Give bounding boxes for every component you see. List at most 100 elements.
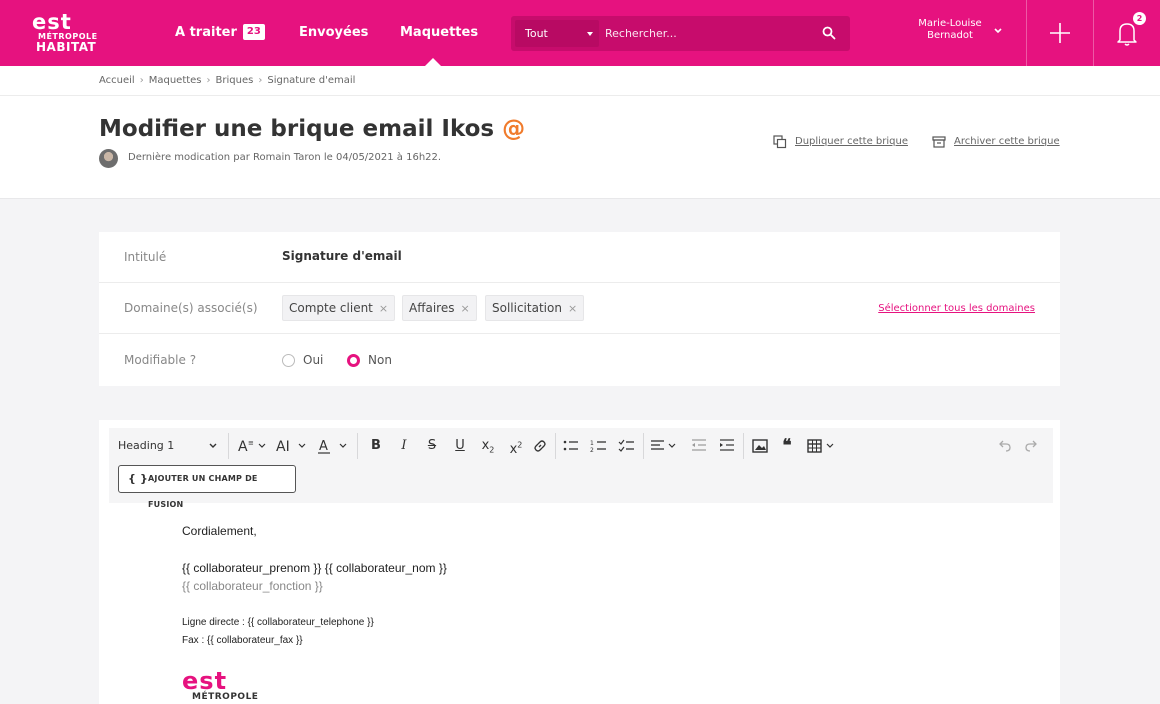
add-merge-field-button[interactable]: { } AJOUTER UN CHAMP DE FUSION: [118, 465, 296, 509]
domain-tag-label: Affaires: [409, 301, 455, 315]
bulleted-list-button[interactable]: [562, 437, 580, 455]
superscript-button[interactable]: x2: [506, 437, 526, 457]
quote-icon: ❝: [782, 436, 792, 456]
svg-text:A: A: [319, 439, 328, 454]
last-modified-info: Dernière modication par Romain Taron le …: [128, 152, 442, 163]
close-icon[interactable]: ×: [379, 302, 388, 315]
insert-table-button[interactable]: [806, 437, 838, 455]
svg-text:≡: ≡: [248, 439, 254, 447]
page-header: Modifier une brique email Ikos @ Dernièr…: [0, 96, 1160, 199]
nav-item-maquettes[interactable]: Maquettes: [400, 0, 478, 66]
numbered-list-button[interactable]: 12: [590, 437, 608, 455]
search-input[interactable]: [605, 20, 805, 47]
toolbar-separator: [555, 433, 556, 459]
block-format-select[interactable]: Heading 1: [118, 437, 218, 455]
bold-button[interactable]: B: [367, 437, 385, 455]
radio-label: Oui: [303, 353, 324, 367]
link-button[interactable]: [531, 437, 549, 455]
chevron-down-icon[interactable]: [993, 26, 1003, 36]
checklist-icon: [618, 439, 634, 452]
breadcrumb-item-briques[interactable]: Briques: [216, 75, 254, 86]
nav-item-a-traiter[interactable]: A traiter 23: [175, 0, 265, 66]
breadcrumb-bar: Accueil › Maquettes › Briques › Signature d'em…: [0, 66, 1160, 96]
duplicate-label: Dupliquer cette brique: [795, 136, 908, 147]
breadcrumb: Accueil › Maquettes › Briques › Signature d'em…: [99, 75, 356, 86]
page-title-text: Modifier une brique email Ikos: [99, 116, 495, 142]
strikethrough-button[interactable]: S: [423, 437, 441, 455]
radio-non[interactable]: Non: [347, 353, 392, 367]
title-value[interactable]: Signature d'email: [282, 249, 402, 263]
search-bar: Tout: [511, 16, 850, 51]
function-merge-line: {{ collaborateur_fonction }}: [182, 579, 323, 593]
indent-button[interactable]: [718, 437, 736, 455]
outdent-button[interactable]: [690, 437, 708, 455]
form-row-domains: Domaine(s) associé(s) Compte client × Aff…: [99, 283, 1060, 334]
chevron-down-icon: [587, 32, 593, 36]
search-scope-select[interactable]: Tout: [515, 20, 599, 47]
todo-list-button[interactable]: [618, 437, 636, 455]
plus-icon: [1050, 23, 1070, 43]
outdent-icon: [692, 439, 706, 451]
strikethrough-icon: S: [427, 438, 437, 453]
font-family-icon: AI: [276, 439, 306, 455]
toolbar-separator: [743, 433, 744, 459]
signature-logo: est MÉTROPOLE: [182, 667, 259, 702]
bell-icon: [1117, 23, 1137, 46]
undo-icon: [999, 440, 1011, 452]
archive-brick-link[interactable]: Archiver cette brique: [932, 136, 1060, 148]
font-size-icon: A ≡: [238, 439, 266, 455]
subscript-button[interactable]: x2: [478, 437, 498, 455]
avatar: [99, 149, 118, 168]
domain-tag-label: Sollicitation: [492, 301, 562, 315]
radio-oui[interactable]: Oui: [282, 353, 323, 367]
user-last-name: Bernadot: [927, 30, 973, 41]
insert-image-button[interactable]: [751, 437, 769, 455]
count-badge: 23: [242, 23, 265, 40]
redo-icon: [1025, 440, 1037, 452]
toolbar-separator: [228, 433, 229, 459]
at-icon: @: [502, 116, 526, 142]
notifications-button[interactable]: 2: [1094, 0, 1160, 66]
user-first-name: Marie-Louise: [918, 18, 982, 29]
user-menu[interactable]: Marie-Louise Bernadot: [905, 18, 995, 42]
merge-button-label: AJOUTER UN CHAMP DE FUSION: [148, 474, 258, 509]
nav-item-envoyees[interactable]: Envoyées: [299, 0, 368, 66]
breadcrumb-item-accueil[interactable]: Accueil: [99, 75, 135, 86]
toolbar-separator: [357, 433, 358, 459]
est-metropole-habitat-logo[interactable]: est MÉTROPOLE HABITAT: [32, 12, 112, 56]
select-all-domains-link[interactable]: Sélectionner tous les domaines: [878, 303, 1035, 314]
svg-text:AI: AI: [276, 439, 290, 455]
editor-toolbar: Heading 1 A ≡ AI A B I S U x2 x2 1 2 ❝ {…: [109, 428, 1053, 509]
italic-button[interactable]: I: [395, 437, 413, 455]
create-button[interactable]: [1027, 0, 1093, 66]
link-icon: [534, 440, 546, 452]
close-icon[interactable]: ×: [460, 302, 469, 315]
radio-circle: [282, 354, 295, 367]
redo-button[interactable]: [1023, 437, 1041, 455]
nav-item-label: Envoyées: [299, 25, 369, 40]
bold-icon: B: [371, 438, 381, 453]
toolbar-separator: [643, 433, 644, 459]
font-color-button[interactable]: A: [316, 437, 350, 455]
archive-label: Archiver cette brique: [954, 136, 1060, 147]
font-size-button[interactable]: A ≡: [237, 437, 269, 455]
logo-text-est: est: [32, 10, 72, 34]
signature-logo-text-est: est: [182, 667, 228, 695]
underline-button[interactable]: U: [451, 437, 469, 455]
indent-icon: [720, 439, 734, 451]
fax-merge-line: Fax : {{ collaborateur_fax }}: [182, 635, 303, 646]
form-row-title: Intitulé Signature d'email: [99, 232, 1060, 283]
breadcrumb-item-maquettes[interactable]: Maquettes: [149, 75, 202, 86]
font-family-button[interactable]: AI: [275, 437, 309, 455]
signature-logo-text-metropole: MÉTROPOLE: [192, 692, 259, 702]
search-icon[interactable]: [822, 26, 836, 40]
align-button[interactable]: [650, 437, 680, 455]
notification-count-badge: 2: [1133, 12, 1146, 25]
italic-icon: I: [401, 438, 407, 453]
duplicate-icon: [773, 135, 787, 149]
duplicate-brick-link[interactable]: Dupliquer cette brique: [773, 135, 908, 149]
page-title: Modifier une brique email Ikos @: [99, 116, 525, 142]
undo-button[interactable]: [995, 437, 1013, 455]
close-icon[interactable]: ×: [568, 302, 577, 315]
blockquote-button[interactable]: ❝: [778, 437, 796, 455]
